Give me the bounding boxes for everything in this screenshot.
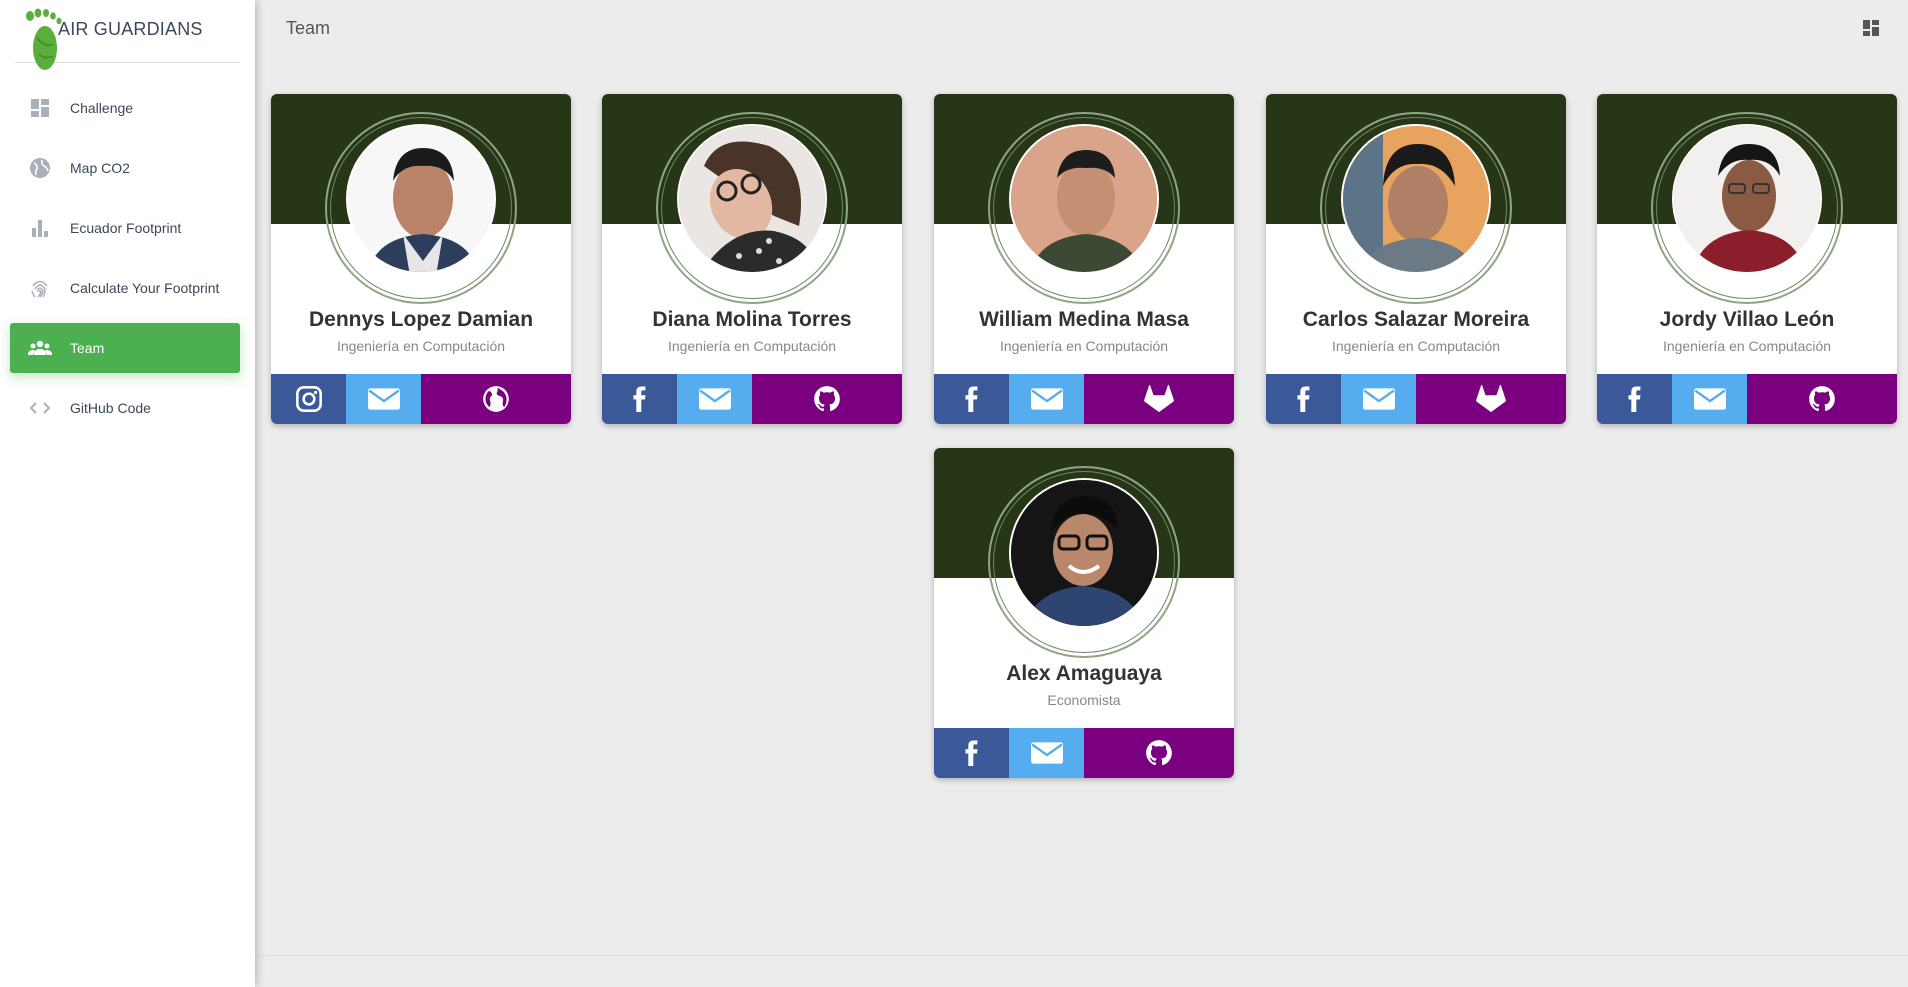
github-button[interactable] xyxy=(1747,374,1897,424)
sidebar-item-label: GitHub Code xyxy=(70,400,151,416)
github-icon xyxy=(1145,739,1173,767)
sidebar-item-label: Challenge xyxy=(70,100,134,116)
facebook-button[interactable] xyxy=(1266,374,1341,424)
member-role: Ingeniería en Computación xyxy=(1662,338,1832,354)
fingerprint-icon xyxy=(28,276,52,300)
gitlab-button[interactable] xyxy=(1416,374,1566,424)
member-name: Jordy Villao León xyxy=(1659,308,1835,331)
website-button[interactable] xyxy=(421,374,571,424)
sidebar: AIR GUARDIANS Challenge Map CO2 Ecuador … xyxy=(0,0,255,987)
footer-divider xyxy=(255,955,1908,956)
team-card: Diana Molina Torres Ingeniería en Comput… xyxy=(602,94,902,424)
member-name: Diana Molina Torres xyxy=(652,308,852,331)
member-role: Ingeniería en Computación xyxy=(999,338,1169,354)
team-card: Carlos Salazar Moreira Ingeniería en Com… xyxy=(1266,94,1566,424)
bar-chart-icon xyxy=(28,216,52,240)
footprint-logo-icon xyxy=(26,8,62,70)
facebook-icon xyxy=(1291,385,1317,413)
member-role: Ingeniería en Computación xyxy=(667,338,837,354)
social-links xyxy=(934,728,1234,778)
email-icon xyxy=(367,386,401,412)
sidebar-item-map-co2[interactable]: Map CO2 xyxy=(10,143,240,193)
code-icon xyxy=(28,396,52,420)
social-links xyxy=(934,374,1234,424)
social-links xyxy=(1597,374,1897,424)
social-links xyxy=(1266,374,1566,424)
github-icon xyxy=(1808,385,1836,413)
facebook-button[interactable] xyxy=(934,728,1009,778)
avatar xyxy=(1009,478,1159,628)
globe-icon xyxy=(482,385,510,413)
avatar xyxy=(1009,124,1159,274)
page-title: Team xyxy=(286,18,331,38)
team-icon xyxy=(28,336,52,360)
email-button[interactable] xyxy=(1009,374,1084,424)
sidebar-item-team[interactable]: Team xyxy=(10,323,240,373)
sidebar-item-label: Calculate Your Footprint xyxy=(70,280,220,296)
avatar xyxy=(1672,124,1822,274)
brand-name: AIR GUARDIANS xyxy=(58,19,203,39)
email-icon xyxy=(1030,386,1064,412)
avatar xyxy=(1341,124,1491,274)
sidebar-item-github-code[interactable]: GitHub Code xyxy=(10,383,240,433)
email-icon xyxy=(698,386,732,412)
email-button[interactable] xyxy=(1341,374,1416,424)
facebook-button[interactable] xyxy=(934,374,1009,424)
dashboard-icon xyxy=(28,96,52,120)
github-button[interactable] xyxy=(1084,728,1234,778)
facebook-icon xyxy=(627,385,653,413)
email-icon xyxy=(1030,740,1064,766)
gitlab-icon xyxy=(1475,384,1507,414)
member-role: Economista xyxy=(1047,692,1121,708)
facebook-button[interactable] xyxy=(1597,374,1672,424)
team-card: Jordy Villao León Ingeniería en Computac… xyxy=(1597,94,1897,424)
member-name: Dennys Lopez Damian xyxy=(308,308,534,331)
brand[interactable]: AIR GUARDIANS xyxy=(15,0,240,70)
top-bar: Team xyxy=(255,0,1908,58)
email-button[interactable] xyxy=(1672,374,1747,424)
member-name: William Medina Masa xyxy=(979,308,1189,331)
sidebar-item-challenge[interactable]: Challenge xyxy=(10,83,240,133)
social-links xyxy=(271,374,571,424)
social-links xyxy=(602,374,902,424)
facebook-icon xyxy=(959,739,985,767)
sidebar-item-label: Team xyxy=(70,340,105,356)
email-button[interactable] xyxy=(346,374,421,424)
globe-icon xyxy=(28,156,52,180)
instagram-icon xyxy=(295,385,323,413)
member-name: Carlos Salazar Moreira xyxy=(1302,308,1530,331)
facebook-icon xyxy=(959,385,985,413)
member-role: Ingeniería en Computación xyxy=(336,338,506,354)
facebook-icon xyxy=(1622,385,1648,413)
member-name: Alex Amaguaya xyxy=(1006,662,1162,685)
email-button[interactable] xyxy=(677,374,752,424)
apps-icon[interactable] xyxy=(1862,19,1880,37)
email-icon xyxy=(1362,386,1396,412)
team-card: Alex Amaguaya Economista xyxy=(934,448,1234,778)
member-role: Ingeniería en Computación xyxy=(1331,338,1501,354)
facebook-button[interactable] xyxy=(602,374,677,424)
github-icon xyxy=(813,385,841,413)
avatar xyxy=(346,124,496,274)
sidebar-item-label: Map CO2 xyxy=(70,160,130,176)
github-button[interactable] xyxy=(752,374,902,424)
sidebar-item-calculate-footprint[interactable]: Calculate Your Footprint xyxy=(10,263,240,313)
team-card: Dennys Lopez Damian Ingeniería en Comput… xyxy=(271,94,571,424)
sidebar-item-ecuador-footprint[interactable]: Ecuador Footprint xyxy=(10,203,240,253)
gitlab-icon xyxy=(1143,384,1175,414)
gitlab-button[interactable] xyxy=(1084,374,1234,424)
team-card: William Medina Masa Ingeniería en Comput… xyxy=(934,94,1234,424)
email-button[interactable] xyxy=(1009,728,1084,778)
sidebar-nav: Challenge Map CO2 Ecuador Footprint Calc… xyxy=(0,83,255,433)
email-icon xyxy=(1693,386,1727,412)
sidebar-item-label: Ecuador Footprint xyxy=(70,220,182,236)
avatar xyxy=(677,124,827,274)
instagram-button[interactable] xyxy=(271,374,346,424)
